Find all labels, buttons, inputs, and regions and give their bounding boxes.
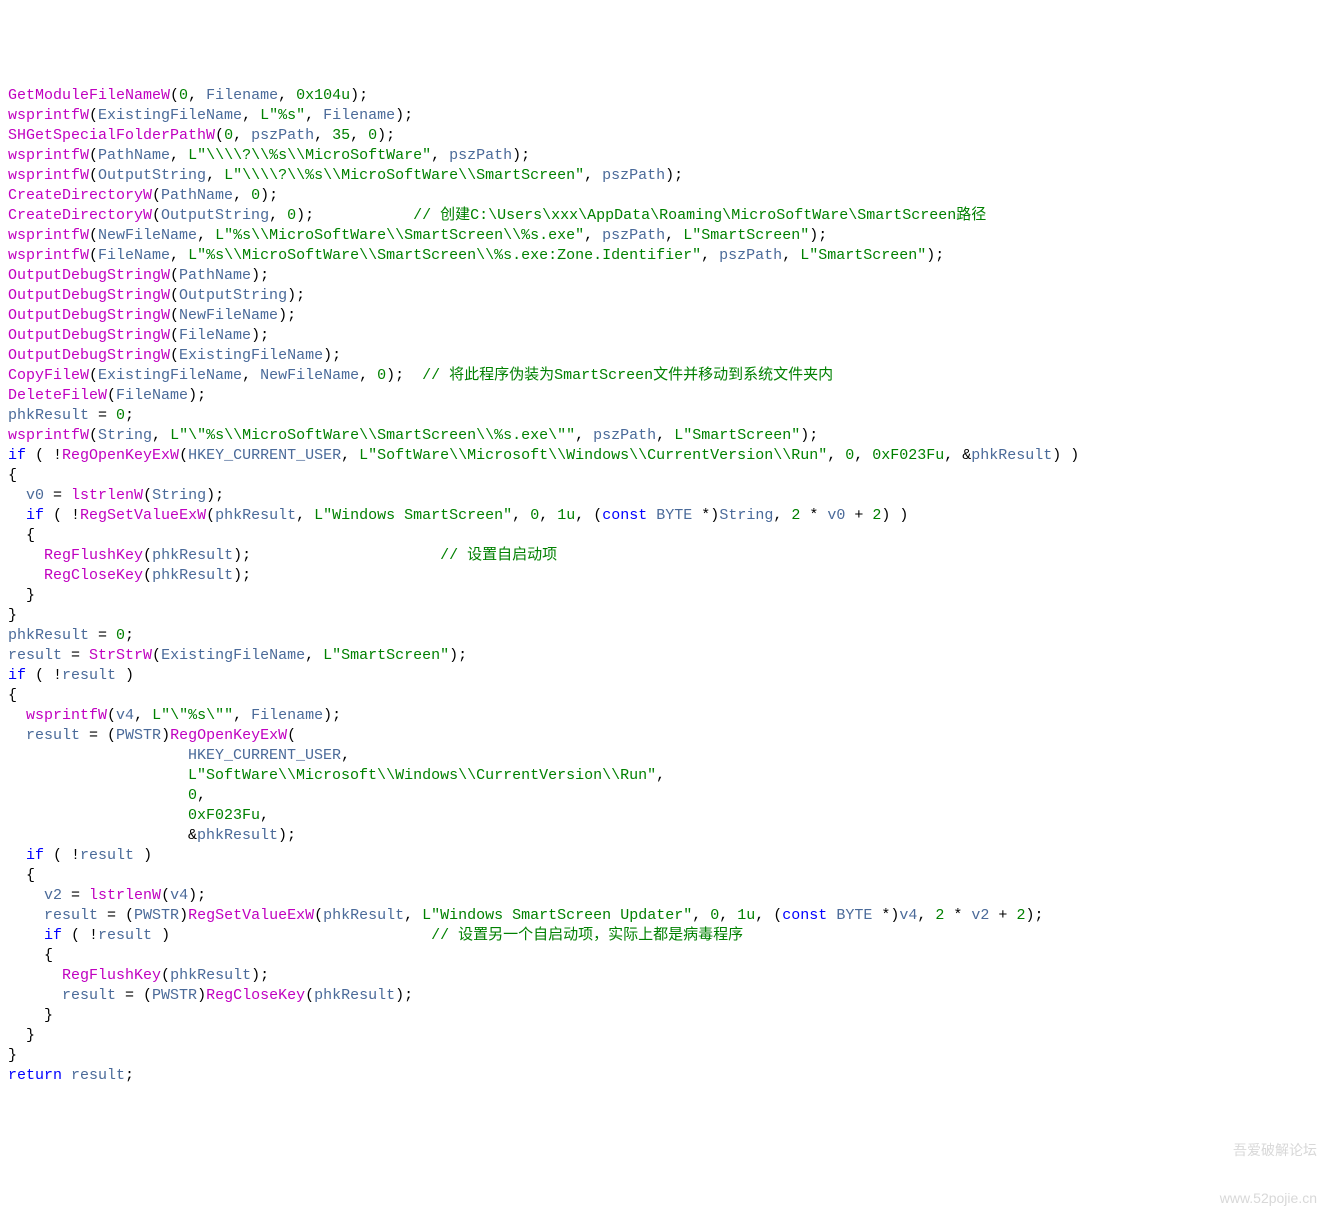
code-line: result = StrStrW(ExistingFileName, L"Sma… — [8, 646, 1321, 666]
code-line: { — [8, 866, 1321, 886]
code-line: { — [8, 946, 1321, 966]
code-line: result = (PWSTR)RegOpenKeyExW( — [8, 726, 1321, 746]
code-line: wsprintfW(NewFileName, L"%s\\MicroSoftWa… — [8, 226, 1321, 246]
code-line: if ( !result ) — [8, 666, 1321, 686]
code-line: wsprintfW(String, L"\"%s\\MicroSoftWare\… — [8, 426, 1321, 446]
code-line: wsprintfW(OutputString, L"\\\\?\\%s\\Mic… — [8, 166, 1321, 186]
code-line: OutputDebugStringW(PathName); — [8, 266, 1321, 286]
code-line: } — [8, 586, 1321, 606]
code-line: L"SoftWare\\Microsoft\\Windows\\CurrentV… — [8, 766, 1321, 786]
code-line: OutputDebugStringW(FileName); — [8, 326, 1321, 346]
code-line: RegFlushKey(phkResult); // 设置自启动项 — [8, 546, 1321, 566]
code-line: v2 = lstrlenW(v4); — [8, 886, 1321, 906]
code-line: OutputDebugStringW(NewFileName); — [8, 306, 1321, 326]
code-line: OutputDebugStringW(ExistingFileName); — [8, 346, 1321, 366]
code-line: } — [8, 1026, 1321, 1046]
code-line: result = (PWSTR)RegSetValueExW(phkResult… — [8, 906, 1321, 926]
code-line: DeleteFileW(FileName); — [8, 386, 1321, 406]
code-line: phkResult = 0; — [8, 406, 1321, 426]
code-line: HKEY_CURRENT_USER, — [8, 746, 1321, 766]
code-line: result = (PWSTR)RegCloseKey(phkResult); — [8, 986, 1321, 1006]
code-line: wsprintfW(v4, L"\"%s\"", Filename); — [8, 706, 1321, 726]
code-line: CopyFileW(ExistingFileName, NewFileName,… — [8, 366, 1321, 386]
code-line: v0 = lstrlenW(String); — [8, 486, 1321, 506]
code-line: RegFlushKey(phkResult); — [8, 966, 1321, 986]
code-line: wsprintfW(ExistingFileName, L"%s", Filen… — [8, 106, 1321, 126]
code-line: RegCloseKey(phkResult); — [8, 566, 1321, 586]
code-line: &phkResult); — [8, 826, 1321, 846]
watermark-line1: 吾爱破解论坛 — [1220, 1142, 1317, 1158]
watermark: 吾爱破解论坛 www.52pojie.cn — [1220, 1110, 1317, 1222]
code-line: { — [8, 466, 1321, 486]
code-line: } — [8, 606, 1321, 626]
code-line: GetModuleFileNameW(0, Filename, 0x104u); — [8, 86, 1321, 106]
code-line: if ( !result ) — [8, 846, 1321, 866]
watermark-line2: www.52pojie.cn — [1220, 1190, 1317, 1206]
code-line: } — [8, 1046, 1321, 1066]
code-line: OutputDebugStringW(OutputString); — [8, 286, 1321, 306]
code-line: wsprintfW(FileName, L"%s\\MicroSoftWare\… — [8, 246, 1321, 266]
code-line: if ( !RegOpenKeyExW(HKEY_CURRENT_USER, L… — [8, 446, 1321, 466]
code-line: SHGetSpecialFolderPathW(0, pszPath, 35, … — [8, 126, 1321, 146]
decompiled-code-view: GetModuleFileNameW(0, Filename, 0x104u);… — [8, 86, 1321, 1086]
code-line: { — [8, 526, 1321, 546]
code-line: if ( !RegSetValueExW(phkResult, L"Window… — [8, 506, 1321, 526]
code-line: phkResult = 0; — [8, 626, 1321, 646]
code-line: if ( !result ) // 设置另一个自启动项，实际上都是病毒程序 — [8, 926, 1321, 946]
code-line: 0xF023Fu, — [8, 806, 1321, 826]
code-line: CreateDirectoryW(PathName, 0); — [8, 186, 1321, 206]
code-line: 0, — [8, 786, 1321, 806]
code-line: CreateDirectoryW(OutputString, 0); // 创建… — [8, 206, 1321, 226]
code-line: return result; — [8, 1066, 1321, 1086]
code-line: wsprintfW(PathName, L"\\\\?\\%s\\MicroSo… — [8, 146, 1321, 166]
code-line: { — [8, 686, 1321, 706]
code-line: } — [8, 1006, 1321, 1026]
